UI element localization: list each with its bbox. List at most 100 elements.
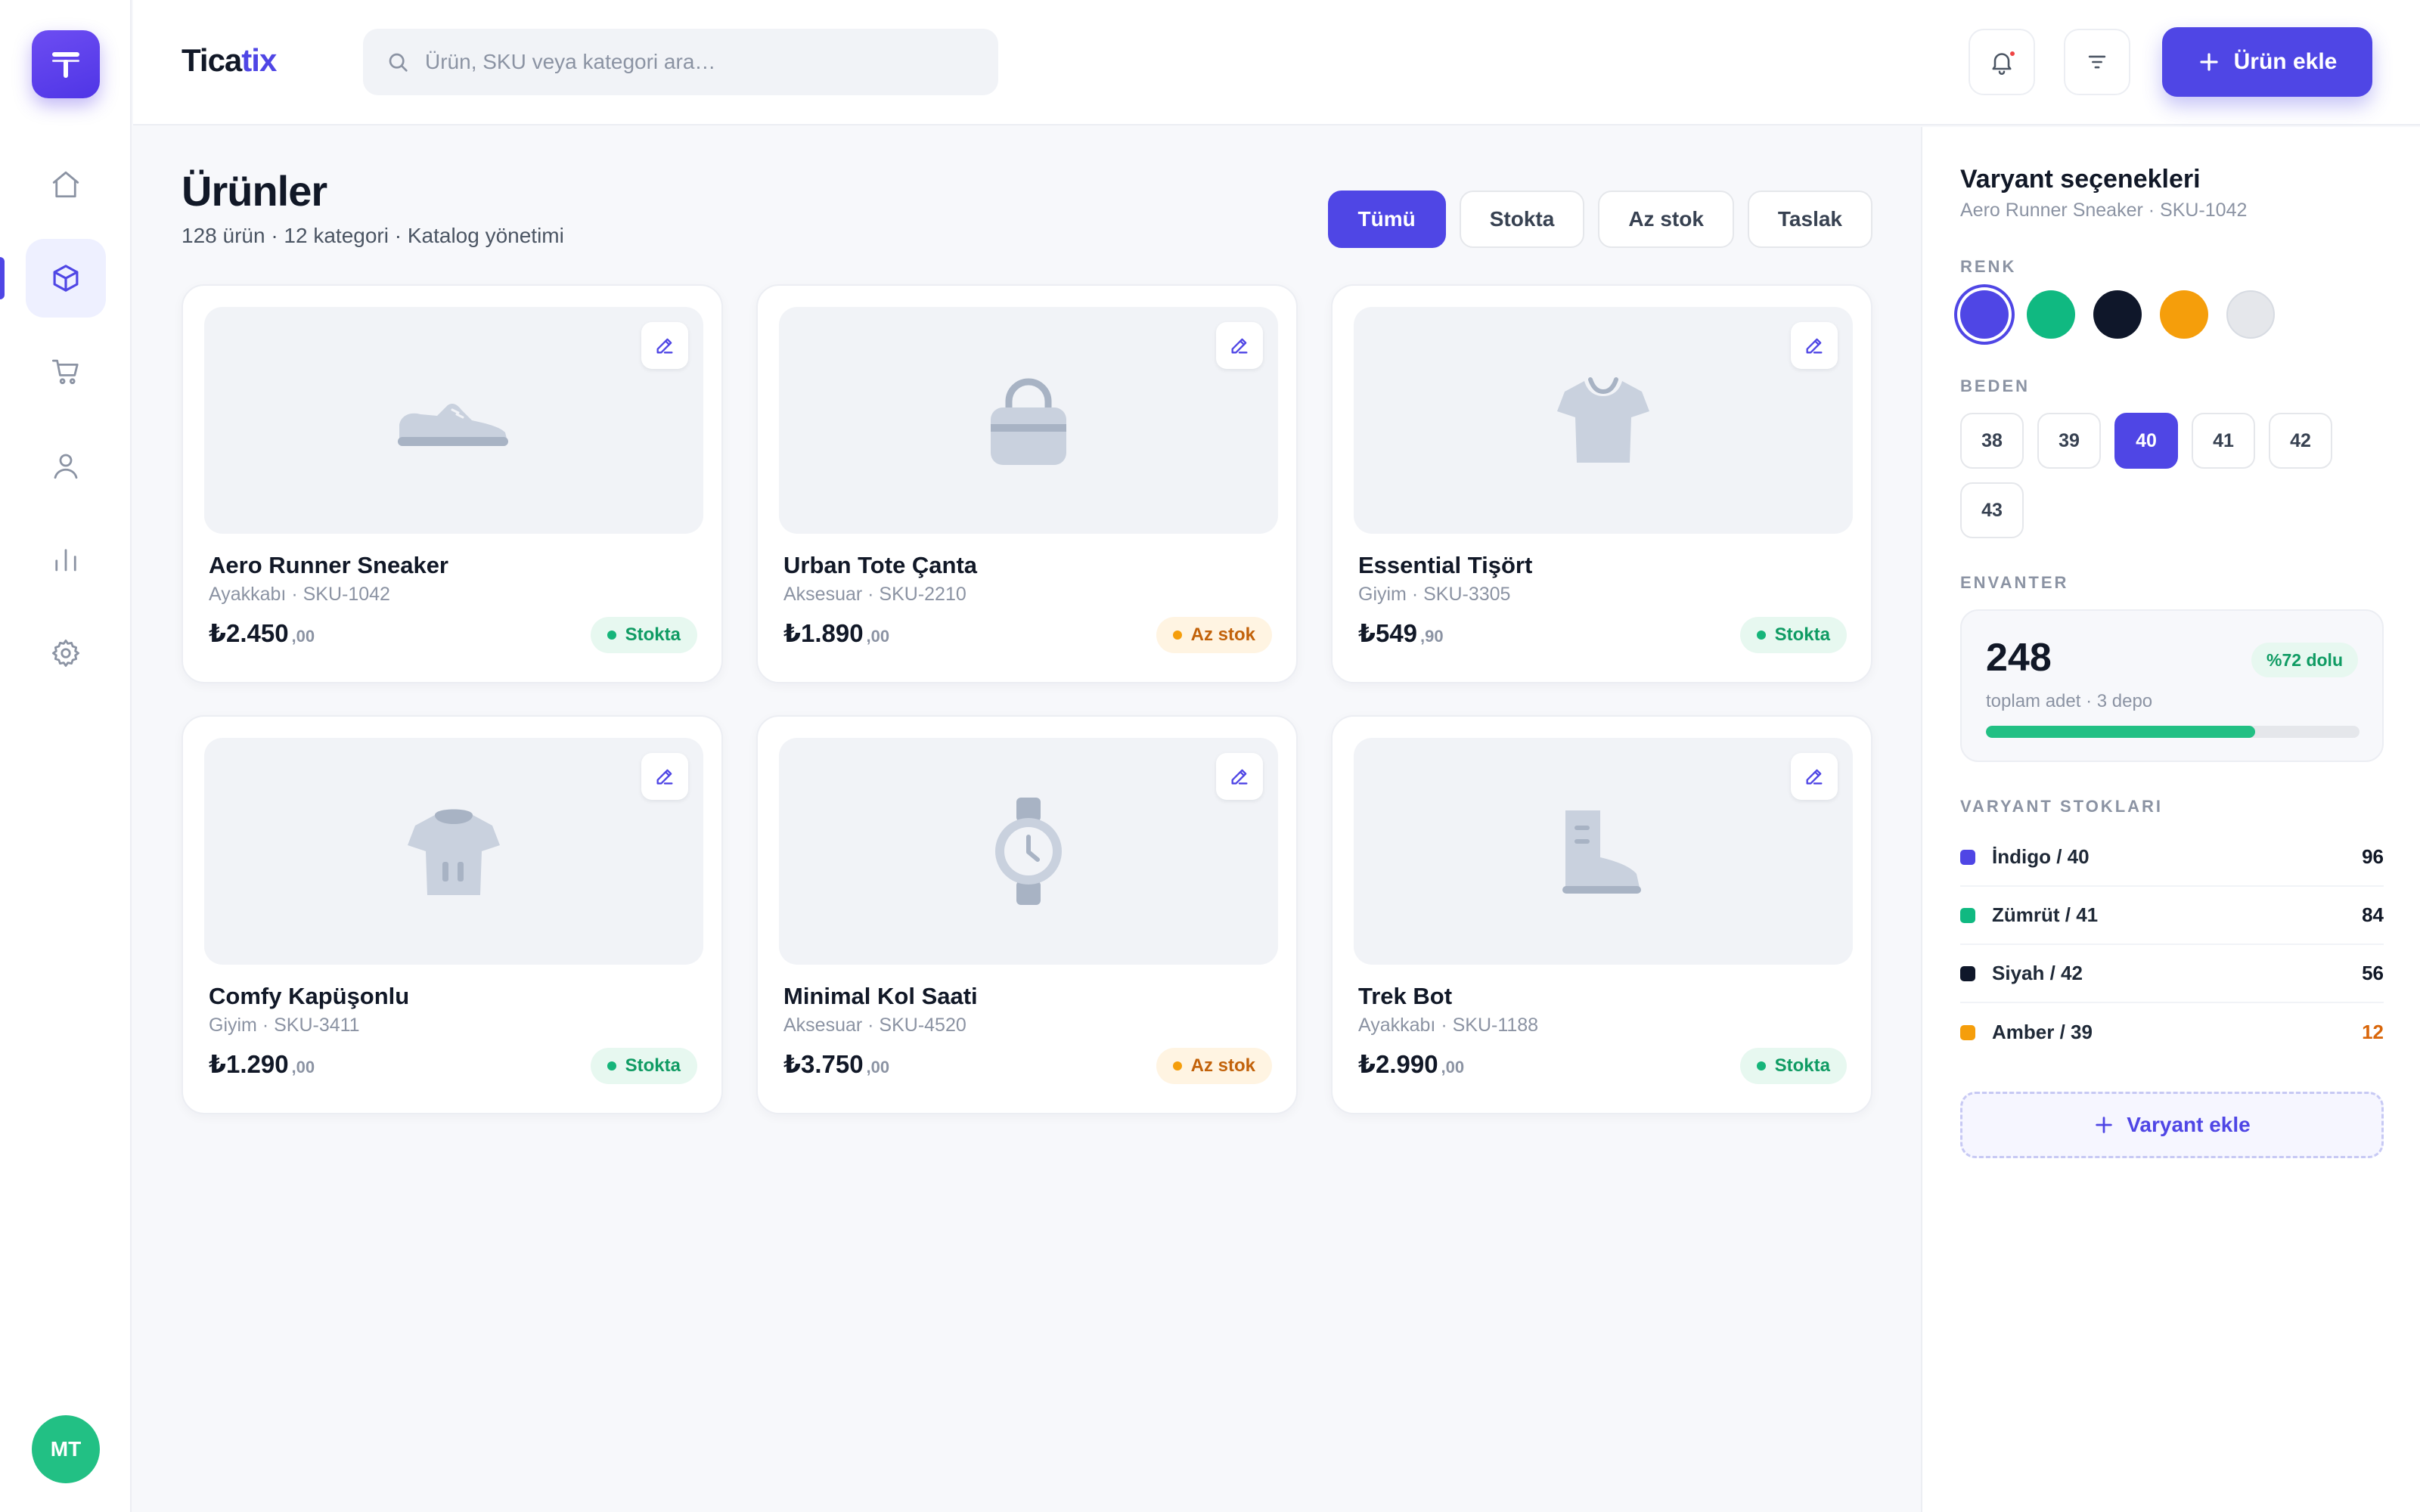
status-label: Stokta [625, 624, 681, 645]
pencil-icon [1806, 769, 1823, 785]
color-section-label: RENK [1960, 257, 2017, 276]
status-dot [607, 1061, 616, 1070]
watch-icon [995, 798, 1062, 905]
product-card[interactable]: Minimal Kol Saati Aksesuar · SKU-4520 ₺3… [756, 715, 1298, 1114]
color-swatch-indigo[interactable] [1960, 290, 2009, 339]
price-main: ₺3.750 [783, 1050, 864, 1078]
product-image [1354, 738, 1853, 965]
size-option-selected[interactable]: 40 [2114, 413, 2178, 469]
product-name: Essential Tişört [1358, 552, 1533, 578]
list-item[interactable]: Amber / 39 12 [1960, 1003, 2384, 1061]
variant-stock-list: İndigo / 40 96 Zümrüt / 41 84 Siyah / 42… [1960, 829, 2384, 1061]
price-main: ₺1.290 [209, 1050, 289, 1078]
notification-dot [2009, 50, 2016, 57]
nav-home[interactable] [26, 145, 106, 224]
size-option[interactable]: 43 [1960, 482, 2024, 538]
nav-settings[interactable] [26, 614, 106, 692]
avatar[interactable]: MT [32, 1415, 100, 1483]
price-main: ₺2.450 [209, 619, 289, 647]
add-variant-button[interactable]: Varyant ekle [1960, 1092, 2384, 1158]
add-product-label: Ürün ekle [2233, 49, 2338, 74]
product-price: ₺1.290,00 [209, 1049, 315, 1079]
product-card[interactable]: Aero Runner Sneaker Ayakkabı · SKU-1042 … [182, 284, 723, 683]
status-badge: Stokta [590, 617, 697, 653]
search-bar[interactable] [363, 29, 998, 95]
product-price: ₺3.750,00 [783, 1049, 889, 1079]
edit-button[interactable] [641, 322, 688, 369]
nav-products[interactable] [26, 239, 106, 318]
filter-tabs: Tümü Stokta Az stok Taslak [1327, 191, 1872, 248]
status-badge: Stokta [590, 1048, 697, 1084]
status-badge: Stokta [1739, 1048, 1847, 1084]
status-dot [607, 631, 616, 640]
sidebar: MT [0, 0, 132, 1512]
pencil-icon [1231, 769, 1248, 785]
product-meta: Aksesuar · SKU-4520 [783, 1015, 966, 1036]
price-main: ₺549 [1358, 619, 1418, 647]
stock-variant-name: Zümrüt / 41 [1992, 903, 2099, 926]
product-image [779, 738, 1278, 965]
price-main: ₺1.890 [783, 619, 864, 647]
stock-count: 84 [2362, 903, 2384, 926]
size-option[interactable]: 39 [2037, 413, 2101, 469]
search-icon [389, 53, 408, 72]
status-label: Stokta [1774, 1055, 1830, 1076]
filter-tab-all[interactable]: Tümü [1327, 191, 1446, 248]
app-logo[interactable] [32, 30, 100, 98]
brand-name-accent: tix [241, 42, 277, 78]
status-dot [1756, 631, 1766, 640]
size-option[interactable]: 42 [2269, 413, 2332, 469]
price-cents: ,00 [291, 627, 315, 646]
chart-icon [55, 549, 76, 572]
filter-tab-draft[interactable]: Taslak [1747, 191, 1872, 248]
nav-orders[interactable] [26, 333, 106, 411]
price-cents: ,00 [866, 1058, 890, 1077]
stock-section-label: VARYANT STOKLARI [1960, 797, 2164, 816]
product-meta: Aksesuar · SKU-2210 [783, 584, 966, 605]
product-price: ₺1.890,00 [783, 618, 889, 648]
product-card[interactable]: Urban Tote Çanta Aksesuar · SKU-2210 ₺1.… [756, 284, 1298, 683]
nav-reports[interactable] [26, 520, 106, 599]
filter-button[interactable] [2064, 29, 2130, 95]
color-square [1960, 907, 1975, 923]
price-cents: ,00 [291, 1058, 315, 1077]
stock-count: 96 [2362, 845, 2384, 868]
product-card[interactable]: Essential Tişört Giyim · SKU-3305 ₺549,9… [1331, 284, 1872, 683]
product-name: Comfy Kapüşonlu [209, 983, 410, 1009]
color-swatch-emerald[interactable] [2027, 290, 2075, 339]
stock-variant-name: Amber / 39 [1992, 1021, 2093, 1043]
filter-tab-in-stock[interactable]: Stokta [1459, 191, 1585, 248]
list-item[interactable]: İndigo / 40 96 [1960, 829, 2384, 887]
status-label: Stokta [625, 1055, 681, 1076]
list-item[interactable]: Zümrüt / 41 84 [1960, 887, 2384, 945]
product-card[interactable]: Trek Bot Ayakkabı · SKU-1188 ₺2.990,00 S… [1331, 715, 1872, 1114]
color-swatch-light-gray[interactable] [2226, 290, 2275, 339]
page-subtitle: 128 ürün · 12 kategori · Katalog yönetim… [182, 224, 564, 247]
filter-tab-low-stock[interactable]: Az stok [1598, 191, 1734, 248]
edit-button[interactable] [641, 753, 688, 800]
page-title: Ürünler [182, 167, 327, 215]
search-input[interactable] [425, 50, 970, 74]
color-square [1960, 1024, 1975, 1040]
status-badge: Az stok [1156, 1048, 1272, 1084]
edit-button[interactable] [1216, 753, 1263, 800]
edit-button[interactable] [1791, 322, 1838, 369]
home-icon [52, 171, 79, 198]
stock-variant-name: Siyah / 42 [1992, 962, 2083, 984]
cart-icon [51, 359, 79, 385]
stock-variant-name: İndigo / 40 [1992, 845, 2090, 868]
edit-button[interactable] [1791, 753, 1838, 800]
color-swatch-amber[interactable] [2160, 290, 2208, 339]
product-card[interactable]: Comfy Kapüşonlu Giyim · SKU-3411 ₺1.290,… [182, 715, 723, 1114]
price-cents: ,90 [1420, 627, 1444, 646]
add-product-button[interactable]: Ürün ekle [2162, 27, 2372, 97]
color-swatch-black[interactable] [2093, 290, 2142, 339]
edit-button[interactable] [1216, 322, 1263, 369]
nav-customers[interactable] [26, 426, 106, 505]
notifications-button[interactable] [1969, 29, 2035, 95]
size-option[interactable]: 38 [1960, 413, 2024, 469]
size-section-label: BEDEN [1960, 376, 2031, 395]
list-item[interactable]: Siyah / 42 56 [1960, 945, 2384, 1003]
brand-wordmark[interactable]: Ticatix [182, 42, 277, 79]
size-option[interactable]: 41 [2192, 413, 2255, 469]
